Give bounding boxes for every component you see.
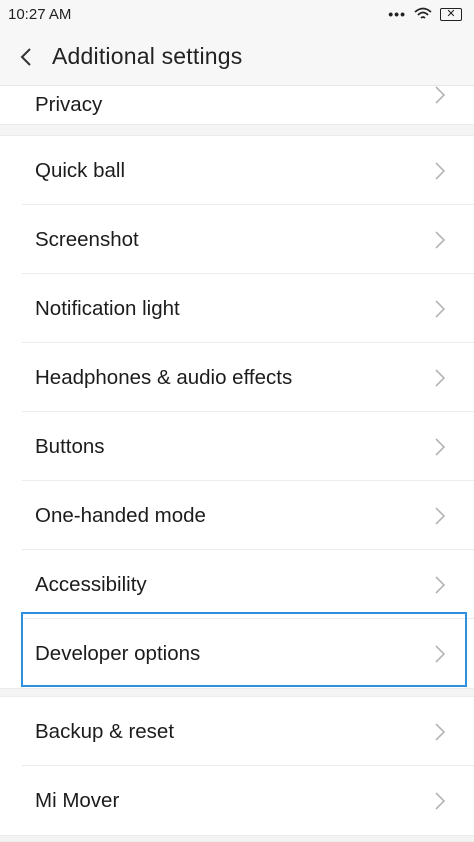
settings-item-developer-options[interactable]: Developer options: [0, 619, 474, 688]
status-icons: ••• ✕: [388, 6, 462, 22]
settings-item-quick-ball[interactable]: Quick ball: [0, 136, 474, 205]
settings-item-mi-mover[interactable]: Mi Mover: [0, 766, 474, 835]
settings-item-label: Developer options: [35, 641, 201, 665]
chevron-right-icon: [435, 437, 446, 456]
chevron-right-icon: [435, 230, 446, 249]
settings-item-accessibility[interactable]: Accessibility: [0, 550, 474, 619]
settings-item-buttons[interactable]: Buttons: [0, 412, 474, 481]
status-bar: 10:27 AM ••• ✕: [0, 0, 474, 28]
settings-item-label: Buttons: [35, 434, 105, 458]
settings-item-headphones-audio[interactable]: Headphones & audio effects: [0, 343, 474, 412]
back-button[interactable]: [0, 28, 52, 85]
page-title: Additional settings: [52, 43, 243, 69]
settings-item-notification-light[interactable]: Notification light: [0, 274, 474, 343]
settings-item-label: Accessibility: [35, 572, 147, 596]
back-arrow-icon: [20, 47, 31, 66]
chevron-right-icon: [435, 506, 446, 525]
chevron-right-icon: [435, 791, 446, 810]
more-dots-icon: •••: [388, 6, 406, 22]
settings-item-label: Notification light: [35, 296, 180, 320]
settings-item-backup-reset[interactable]: Backup & reset: [0, 697, 474, 766]
section-gap: [0, 124, 474, 136]
chevron-right-icon: [435, 86, 446, 104]
chevron-right-icon: [435, 644, 446, 663]
settings-item-label: Mi Mover: [35, 788, 120, 812]
chevron-right-icon: [435, 575, 446, 594]
section-gap: [0, 688, 474, 697]
wifi-icon: [414, 7, 432, 19]
settings-item-label: Backup & reset: [35, 719, 175, 743]
settings-item-screenshot[interactable]: Screenshot: [0, 205, 474, 274]
section-gap: [0, 835, 474, 842]
app-header: Additional settings: [0, 28, 474, 86]
status-time: 10:27 AM: [8, 5, 72, 23]
settings-item-label: Headphones & audio effects: [35, 365, 293, 389]
settings-item-label: Privacy: [35, 93, 103, 116]
battery-icon: ✕: [440, 7, 462, 21]
chevron-right-icon: [435, 161, 446, 180]
settings-item-label: One-handed mode: [35, 503, 206, 527]
settings-item-privacy[interactable]: Privacy: [0, 86, 474, 124]
settings-item-one-handed-mode[interactable]: One-handed mode: [0, 481, 474, 550]
settings-item-label: Screenshot: [35, 227, 139, 251]
chevron-right-icon: [435, 722, 446, 741]
chevron-right-icon: [435, 299, 446, 318]
settings-item-label: Quick ball: [35, 158, 126, 182]
chevron-right-icon: [435, 368, 446, 387]
